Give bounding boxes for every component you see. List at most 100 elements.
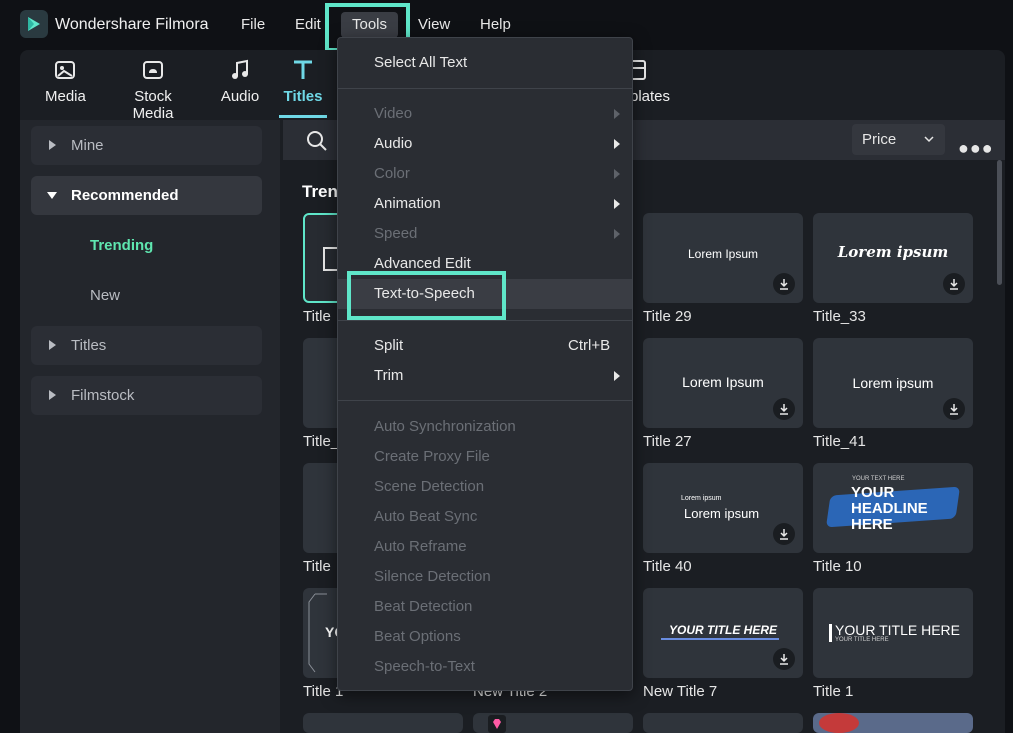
menu-item-speed: Speed — [374, 225, 418, 242]
caret-right-icon — [49, 140, 56, 150]
tab-audio[interactable]: Audio — [220, 58, 260, 105]
chevron-down-icon — [924, 136, 934, 143]
content-scrollbar[interactable] — [997, 160, 1002, 285]
tab-stock-media[interactable]: Stock Media — [112, 58, 194, 122]
submenu-arrow-icon — [614, 371, 620, 381]
menu-item-animation[interactable]: Animation — [374, 195, 441, 212]
card-preview-small-text: YOUR TEXT HERE — [852, 476, 905, 482]
menu-item-advanced-edit[interactable]: Advanced Edit — [374, 255, 471, 272]
title-card[interactable]: Lorem Ipsum — [643, 338, 803, 428]
menu-separator — [338, 320, 632, 321]
stock-media-icon — [143, 61, 163, 79]
sidebar-item-label: Titles — [71, 337, 107, 354]
card-preview-text: Lorem Ipsum — [687, 247, 759, 261]
underline-decoration — [661, 638, 779, 640]
sidebar-item-recommended[interactable]: Recommended — [31, 176, 262, 215]
card-label: Title — [303, 558, 331, 575]
menu-item-scene-detection: Scene Detection — [374, 478, 485, 495]
title-card[interactable]: YOUR TEXT HERE YOUR HEADLINE HERE — [813, 463, 973, 553]
card-preview-text: Lorem ipsum — [837, 243, 949, 261]
submenu-arrow-icon — [614, 109, 620, 119]
premium-gem-icon — [488, 715, 506, 733]
card-preview-text: YOUR HEADLINE HERE — [851, 484, 928, 533]
filmora-window: Wondershare Filmora File Edit Tools View… — [0, 0, 1013, 733]
title-card[interactable]: YOUR TITLE HERE — [643, 588, 803, 678]
tab-audio-label: Audio — [220, 88, 260, 105]
menu-item-silence-detection: Silence Detection — [374, 568, 491, 585]
card-label: Title 40 — [643, 558, 692, 575]
tab-stock-media-label: Stock Media — [132, 88, 174, 122]
title-card[interactable]: Lorem ipsum — [813, 338, 973, 428]
menu-view[interactable]: View — [418, 16, 450, 33]
title-card[interactable]: Lorem ipsum — [813, 213, 973, 303]
download-icon[interactable] — [943, 273, 965, 295]
filmora-logo-icon — [20, 10, 48, 38]
menu-item-audio[interactable]: Audio — [374, 135, 412, 152]
menu-help[interactable]: Help — [480, 16, 511, 33]
menu-item-create-proxy-file: Create Proxy File — [374, 448, 490, 465]
tab-media-label: Media — [45, 88, 86, 105]
card-label: Title_41 — [813, 433, 866, 450]
sidebar-item-label: Mine — [71, 137, 104, 154]
menu-item-trim[interactable]: Trim — [374, 367, 403, 384]
card-preview-text: Lorem ipsum — [684, 506, 760, 521]
sidebar-item-mine[interactable]: Mine — [31, 126, 262, 165]
tab-titles[interactable]: Titles — [281, 58, 325, 105]
download-icon[interactable] — [773, 648, 795, 670]
caret-right-icon — [49, 340, 56, 350]
title-card[interactable] — [813, 713, 973, 733]
tab-media[interactable]: Media — [45, 58, 86, 105]
download-icon[interactable] — [943, 398, 965, 420]
title-card[interactable] — [473, 713, 633, 733]
menu-separator — [338, 88, 632, 89]
menu-item-split[interactable]: Split — [374, 337, 403, 354]
tab-templates-label: plates — [629, 88, 671, 105]
title-card[interactable] — [303, 713, 463, 733]
sidebar-item-label: Filmstock — [71, 387, 135, 404]
download-icon[interactable] — [773, 398, 795, 420]
section-title: Tren — [302, 182, 338, 201]
card-preview-text: YOUR TITLE HERE — [835, 622, 960, 638]
menu-item-speech-to-text: Speech-to-Text — [374, 658, 475, 675]
caret-down-icon — [47, 192, 57, 199]
tab-templates[interactable]: plates — [627, 58, 673, 105]
submenu-arrow-icon — [614, 199, 620, 209]
download-icon[interactable] — [773, 273, 795, 295]
title-card[interactable]: Lorem ipsum Lorem ipsum — [643, 463, 803, 553]
price-dropdown[interactable]: Price — [852, 124, 945, 155]
price-dropdown-label: Price — [862, 131, 897, 148]
card-label: Title_33 — [813, 308, 866, 325]
music-note-icon — [232, 59, 248, 79]
submenu-arrow-icon — [614, 229, 620, 239]
title-card[interactable]: YOUR TITLE HERE YOUR TITLE HERE — [813, 588, 973, 678]
card-preview-text: YOUR TITLE HERE — [669, 623, 778, 637]
menu-item-select-all-text[interactable]: Select All Text — [374, 54, 467, 71]
card-preview-small-text: YOUR TITLE HERE — [835, 637, 889, 643]
menu-edit[interactable]: Edit — [295, 16, 321, 33]
card-label: Title 29 — [643, 308, 692, 325]
card-label: Title — [303, 308, 331, 325]
sidebar-item-titles[interactable]: Titles — [31, 326, 262, 365]
text-to-speech-annotation-box — [347, 271, 506, 320]
sidebar-item-filmstock[interactable]: Filmstock — [31, 376, 262, 415]
menu-separator — [338, 400, 632, 401]
card-label: Title 10 — [813, 558, 862, 575]
menu-item-auto-synchronization: Auto Synchronization — [374, 418, 516, 435]
split-shortcut: Ctrl+B — [568, 337, 611, 354]
menu-item-video: Video — [374, 105, 413, 122]
sidebar-sub-trending[interactable]: Trending — [90, 237, 153, 254]
tab-titles-label: Titles — [283, 88, 323, 105]
sidebar-sub-new[interactable]: New — [90, 287, 120, 304]
menu-file[interactable]: File — [241, 16, 265, 33]
menu-item-beat-detection: Beat Detection — [374, 598, 473, 615]
caret-right-icon — [49, 390, 56, 400]
title-card[interactable]: Lorem Ipsum — [643, 213, 803, 303]
menu-item-beat-options: Beat Options — [374, 628, 461, 645]
search-icon[interactable] — [306, 130, 328, 152]
more-options-icon[interactable]: ●●● — [958, 138, 994, 159]
download-icon[interactable] — [773, 523, 795, 545]
submenu-arrow-icon — [614, 169, 620, 179]
title-card[interactable] — [643, 713, 803, 733]
bar-decoration — [829, 624, 832, 642]
sidebar-item-label: Recommended — [71, 187, 179, 204]
